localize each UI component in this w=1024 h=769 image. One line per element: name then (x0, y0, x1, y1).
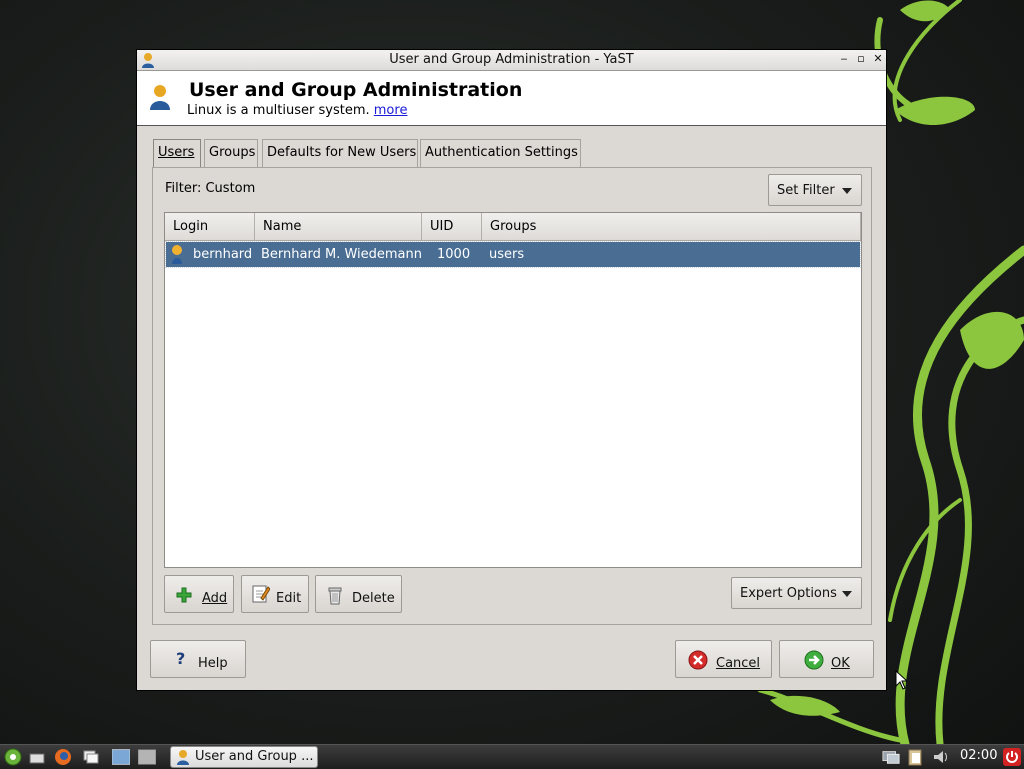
trash-icon (328, 587, 342, 605)
column-header-groups[interactable]: Groups (482, 213, 861, 240)
cell-uid: 1000 (437, 247, 471, 262)
column-header-uid[interactable]: UID (422, 213, 482, 240)
plus-icon (176, 587, 192, 603)
taskbar-window-label: User and Group ... (195, 749, 314, 764)
header-subtitle: Linux is a multiuser system. more (187, 103, 407, 118)
tab-users-label: Users (158, 145, 195, 160)
more-link[interactable]: more (374, 103, 408, 118)
network-icon[interactable] (882, 748, 900, 766)
power-icon[interactable] (1003, 748, 1021, 766)
dialog-header: User and Group Administration Linux is a… (137, 71, 886, 126)
edit-icon (252, 585, 270, 603)
tab-authentication-settings[interactable]: Authentication Settings (420, 139, 581, 167)
set-filter-button[interactable]: Set Filter (768, 174, 862, 206)
users-table[interactable]: Login Name UID Groups bernhard Bernhard … (164, 212, 862, 568)
cancel-icon (688, 650, 708, 670)
expert-options-label: Expert Options (740, 586, 837, 601)
delete-button[interactable]: Delete (315, 575, 402, 613)
cancel-button[interactable]: Cancel (675, 640, 772, 678)
ok-button[interactable]: OK (779, 640, 874, 678)
taskbar-clock: 02:00 (960, 748, 998, 763)
delete-label: Delete (352, 591, 395, 606)
window-titlebar[interactable]: User and Group Administration - YaST ‒ ▫… (137, 50, 886, 71)
taskbar-window-button[interactable]: User and Group ... (170, 746, 318, 768)
edit-label: Edit (276, 591, 302, 606)
mouse-cursor-icon (895, 670, 907, 690)
minimize-button[interactable]: ‒ (837, 52, 851, 66)
volume-icon[interactable] (932, 748, 950, 766)
set-filter-label: Set Filter (777, 183, 835, 198)
file-manager-icon[interactable] (82, 748, 100, 766)
help-label: Help (198, 656, 228, 671)
tab-groups-label: Groups (209, 145, 256, 160)
close-window-button[interactable]: ✕ (871, 52, 885, 66)
yast-window: User and Group Administration - YaST ‒ ▫… (136, 49, 887, 691)
show-desktop-icon[interactable] (28, 748, 46, 766)
edit-button[interactable]: Edit (241, 575, 309, 613)
workspace-1-icon[interactable] (112, 748, 130, 766)
cell-groups: users (489, 247, 525, 262)
chevron-down-icon (842, 188, 852, 194)
column-header-name[interactable]: Name (255, 213, 422, 240)
cell-login: bernhard (193, 247, 253, 262)
add-label: Add (202, 591, 228, 606)
maximize-button[interactable]: ▫ (854, 52, 868, 66)
tab-defaults-new-users[interactable]: Defaults for New Users (262, 139, 418, 167)
firefox-icon[interactable] (54, 748, 72, 766)
cell-name: Bernhard M. Wiedemann (261, 247, 422, 262)
taskbar: User and Group ... 02:00 (0, 744, 1024, 769)
clipboard-icon[interactable] (906, 748, 924, 766)
window-title: User and Group Administration - YaST (389, 52, 634, 67)
user-icon (172, 245, 182, 264)
chevron-down-icon (842, 591, 852, 597)
user-admin-icon (150, 85, 170, 110)
page-title: User and Group Administration (189, 79, 523, 101)
table-row[interactable]: bernhard Bernhard M. Wiedemann 1000 user… (165, 241, 861, 268)
add-button[interactable]: Add (164, 575, 234, 613)
tab-users[interactable]: Users (153, 139, 201, 168)
expert-options-button[interactable]: Expert Options (731, 577, 862, 609)
column-header-login[interactable]: Login (165, 213, 255, 240)
cancel-label: Cancel (716, 656, 761, 671)
ok-icon (804, 650, 824, 670)
tab-auth-label: Authentication Settings (425, 145, 578, 160)
users-tab-panel: Filter: Custom Set Filter Login Name UID… (152, 167, 872, 625)
filter-label: Filter: Custom (165, 181, 256, 196)
subtitle-text: Linux is a multiuser system. (187, 103, 370, 118)
workspace-2-icon[interactable] (138, 748, 156, 766)
tab-defaults-label: Defaults for New Users (267, 145, 417, 160)
ok-label: OK (831, 656, 850, 671)
start-menu-icon[interactable] (4, 748, 22, 766)
table-header: Login Name UID Groups (165, 213, 861, 241)
help-button[interactable]: ? Help (150, 640, 246, 678)
tab-groups[interactable]: Groups (204, 139, 258, 167)
user-app-icon (177, 750, 189, 765)
help-icon: ? (176, 649, 186, 668)
